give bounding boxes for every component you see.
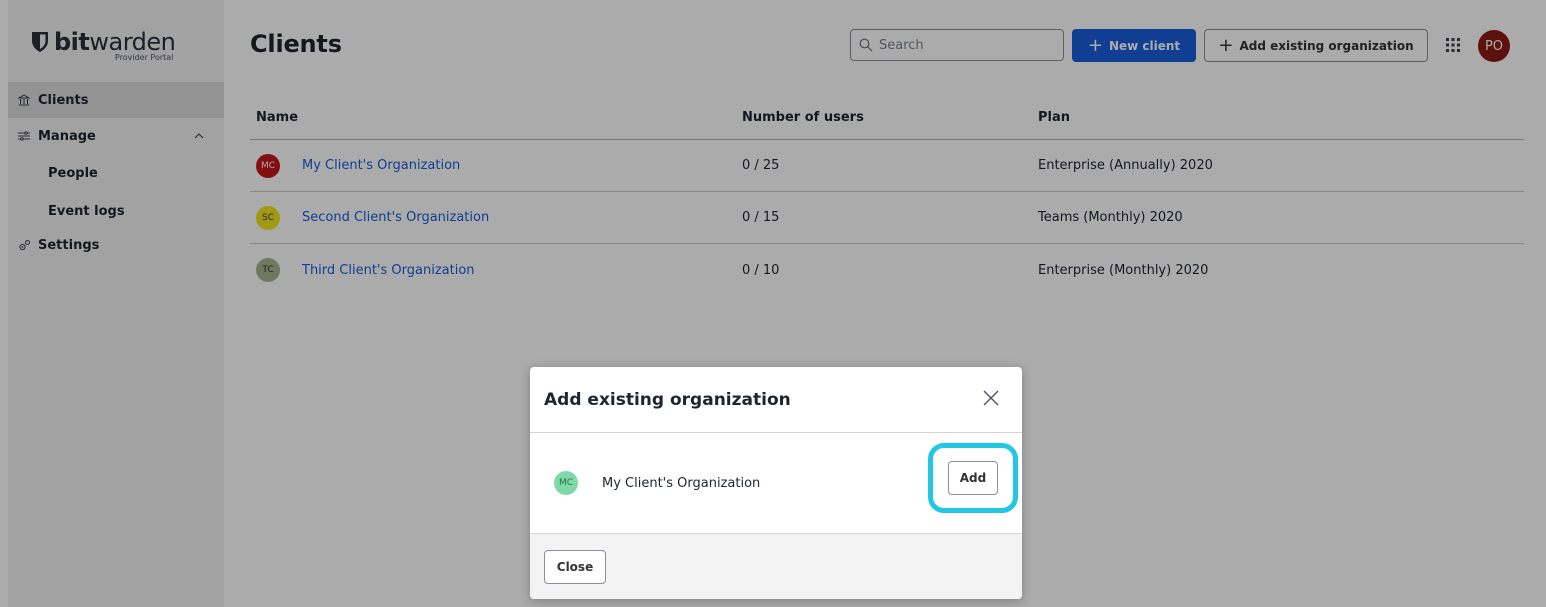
close-button[interactable]: Close bbox=[544, 549, 606, 584]
org-name: My Client's Organization bbox=[602, 475, 761, 491]
dialog-header: Add existing organization bbox=[530, 367, 1022, 433]
dialog-title: Add existing organization bbox=[544, 389, 791, 410]
add-existing-organization-dialog: Add existing organization MC My Client's… bbox=[530, 367, 1022, 599]
dialog-body: MC My Client's Organization Add bbox=[530, 433, 1022, 533]
add-button[interactable]: Add bbox=[948, 461, 998, 495]
highlight-ring: Add bbox=[928, 443, 1018, 513]
dialog-footer: Close bbox=[530, 533, 1022, 599]
org-avatar: MC bbox=[554, 471, 578, 495]
close-icon[interactable] bbox=[982, 389, 1000, 407]
